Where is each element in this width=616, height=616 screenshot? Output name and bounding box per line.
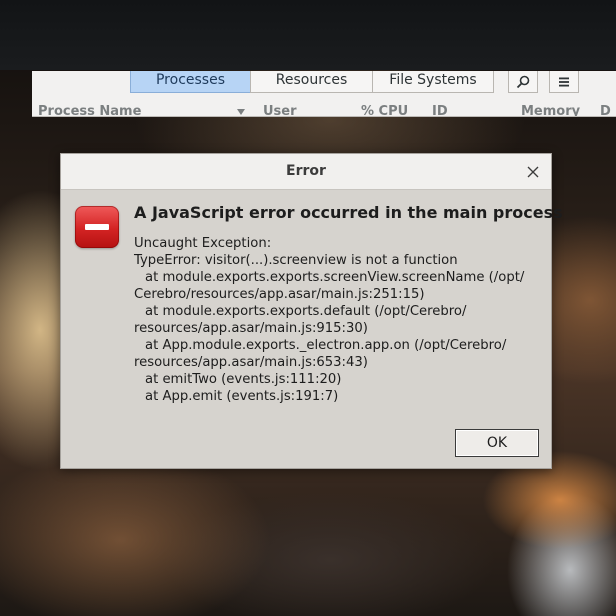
search-button[interactable] <box>508 71 538 93</box>
ok-button[interactable]: OK <box>455 429 539 457</box>
column-memory[interactable]: Memory <box>521 104 580 116</box>
message-line: at App.emit (events.js:191:7) <box>145 389 339 404</box>
error-message: Uncaught Exception: TypeError: visitor(.… <box>134 235 546 405</box>
tab-resources[interactable]: Resources <box>250 71 373 93</box>
column-id[interactable]: ID <box>432 104 448 116</box>
process-table-header: Process Name User % CPU ID Memory D <box>32 102 616 116</box>
hamburger-menu-icon <box>559 77 569 86</box>
error-stop-icon <box>75 206 119 248</box>
error-dialog: Error A JavaScript error occurred in the… <box>60 153 563 469</box>
tab-processes[interactable]: Processes <box>130 71 251 93</box>
dialog-title: Error <box>286 163 326 179</box>
message-line: TypeError: visitor(...).screenview is no… <box>134 253 458 268</box>
close-icon <box>527 166 539 178</box>
search-icon <box>516 75 530 88</box>
message-line: resources/app.asar/main.js:915:30) <box>134 321 368 336</box>
sort-descending-icon <box>236 105 246 116</box>
system-monitor-window: Processes Resources File Systems Process… <box>32 71 616 117</box>
menu-button[interactable] <box>549 71 579 93</box>
column-cpu[interactable]: % CPU <box>361 104 408 116</box>
close-button[interactable] <box>523 162 543 182</box>
tab-file-systems[interactable]: File Systems <box>372 71 494 93</box>
message-line: at App.module.exports._electron.app.on (… <box>145 338 507 353</box>
system-monitor-tabs: Processes Resources File Systems <box>130 71 494 93</box>
message-line: at module.exports.exports.default (/opt/… <box>145 304 467 319</box>
column-disk[interactable]: D <box>600 104 611 116</box>
column-user[interactable]: User <box>263 104 297 116</box>
message-line: Uncaught Exception: <box>134 236 272 251</box>
message-line: Cerebro/resources/app.asar/main.js:251:1… <box>134 287 425 302</box>
wallpaper-top-strip <box>0 0 616 70</box>
message-line: at module.exports.exports.screenView.scr… <box>145 270 525 285</box>
error-icon-bar <box>85 224 109 230</box>
dialog-titlebar[interactable]: Error <box>61 154 551 190</box>
column-process-name[interactable]: Process Name <box>38 104 141 116</box>
message-line: at emitTwo (events.js:111:20) <box>145 372 342 387</box>
error-heading: A JavaScript error occurred in the main … <box>134 203 563 222</box>
message-line: resources/app.asar/main.js:653:43) <box>134 355 368 370</box>
